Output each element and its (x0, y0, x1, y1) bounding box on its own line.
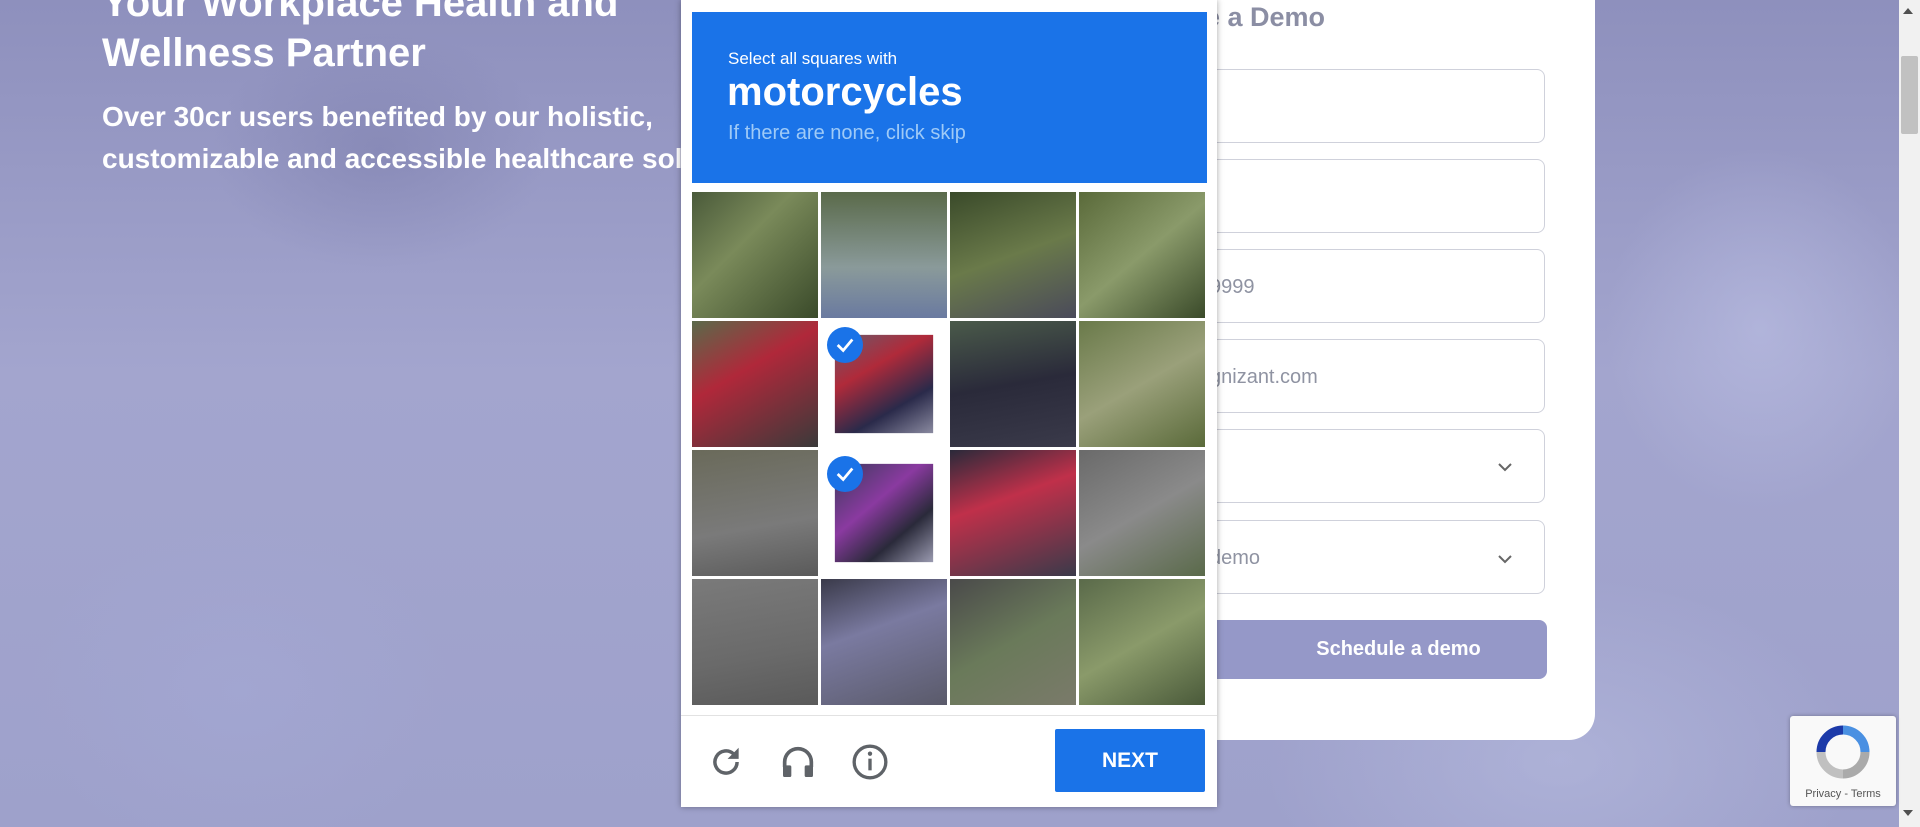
captcha-tile[interactable] (950, 321, 1076, 447)
captcha-hint: If there are none, click skip (728, 122, 966, 144)
captcha-tile-image (950, 579, 1076, 705)
hero-subtitle-line2: customizable and accessible healthcare s… (102, 143, 700, 174)
scroll-down-arrow-icon[interactable] (1903, 810, 1913, 816)
captcha-tile[interactable] (821, 192, 947, 318)
email-field-placeholder: gnizant.com (1210, 366, 1318, 388)
chevron-down-icon (1498, 555, 1512, 564)
captcha-tile-image (950, 450, 1076, 576)
captcha-tile[interactable] (692, 579, 818, 705)
captcha-tile[interactable] (821, 450, 947, 576)
captcha-tile-image (1079, 450, 1205, 576)
reload-icon (713, 747, 739, 775)
captcha-tile[interactable] (1079, 579, 1205, 705)
captcha-tile-image (1079, 192, 1205, 318)
reload-button[interactable] (703, 739, 749, 785)
captcha-tile[interactable] (950, 192, 1076, 318)
captcha-tile[interactable] (1079, 321, 1205, 447)
captcha-image-grid (692, 192, 1206, 706)
captcha-tile-image (821, 579, 947, 705)
captcha-tile-image (950, 192, 1076, 318)
captcha-tile-image (692, 450, 818, 576)
captcha-tile-image (821, 192, 947, 318)
recaptcha-badge[interactable]: Privacy - Terms (1790, 716, 1896, 806)
hero-subtitle: Over 30cr users benefited by our holisti… (102, 96, 702, 180)
next-button[interactable]: NEXT (1055, 729, 1205, 792)
checkmark-icon (827, 456, 863, 492)
captcha-tile-image (692, 579, 818, 705)
audio-challenge-button[interactable] (775, 739, 821, 785)
hero-title: Your Workplace Health and Wellness Partn… (102, 0, 619, 75)
form-heading: e a Demo (1205, 2, 1326, 32)
captcha-instruction: Select all squares with (728, 49, 898, 68)
captcha-tile[interactable] (950, 579, 1076, 705)
scroll-up-arrow-icon[interactable] (1903, 8, 1913, 14)
captcha-tile[interactable] (1079, 192, 1205, 318)
captcha-header: Select all squares with motorcycles If t… (692, 12, 1207, 183)
hero-subtitle-line1: Over 30cr users benefited by our holisti… (102, 101, 653, 132)
recaptcha-logo-icon (1816, 725, 1870, 779)
captcha-tile[interactable] (821, 579, 947, 705)
captcha-tile[interactable] (692, 192, 818, 318)
captcha-tile-image (950, 321, 1076, 447)
captcha-tile[interactable] (692, 450, 818, 576)
captcha-tile-image (692, 192, 818, 318)
info-icon (852, 744, 888, 780)
captcha-tile[interactable] (821, 321, 947, 447)
demo-type-select-value: demo (1210, 547, 1261, 569)
captcha-tile-image (692, 321, 818, 447)
scrollbar-thumb[interactable] (1901, 56, 1918, 134)
info-button[interactable] (847, 739, 893, 785)
recaptcha-privacy-terms[interactable]: Privacy - Terms (1790, 788, 1896, 800)
captcha-tile-image (1079, 321, 1205, 447)
captcha-tile-image (1079, 579, 1205, 705)
captcha-target-object: motorcycles (727, 70, 963, 114)
captcha-tile[interactable] (1079, 450, 1205, 576)
checkmark-icon (827, 327, 863, 363)
captcha-tile[interactable] (692, 321, 818, 447)
captcha-footer-divider (681, 715, 1217, 716)
captcha-tile[interactable] (950, 450, 1076, 576)
chevron-down-icon (1498, 463, 1512, 472)
headphones-icon (782, 746, 814, 777)
